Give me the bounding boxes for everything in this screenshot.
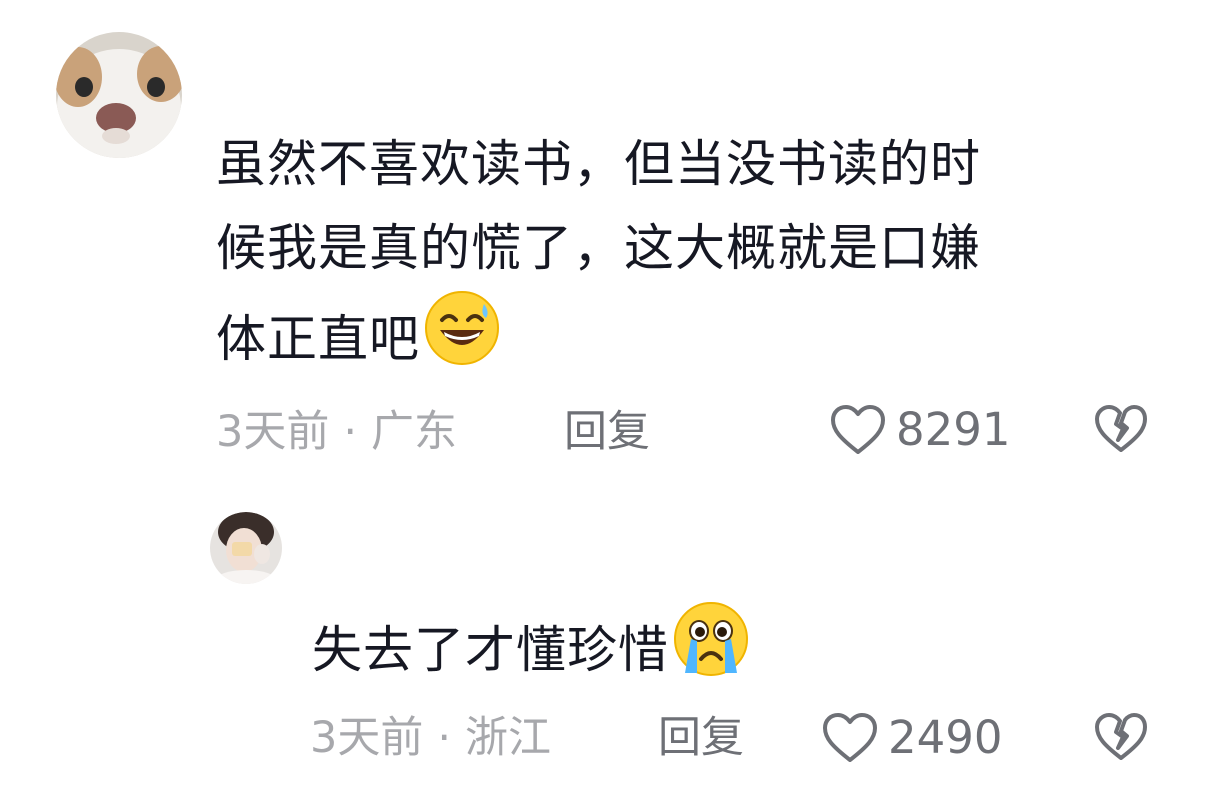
meta-separator: · <box>437 713 452 763</box>
dislike-button[interactable] <box>1094 404 1148 458</box>
commenter-avatar[interactable] <box>56 32 182 158</box>
like-count: 8291 <box>896 403 1011 456</box>
comment-line-text: 体正直吧 <box>216 310 420 368</box>
girl-avatar-icon <box>210 512 282 584</box>
meta-separator: · <box>343 407 358 457</box>
broken-heart-icon <box>1095 405 1147 452</box>
reply-comment-text: 失去了才懂珍惜 <box>312 601 749 692</box>
reply-button[interactable]: 回复 <box>658 708 744 768</box>
comment-time: 3天前 <box>216 407 330 457</box>
comment-line-last: 体正直吧 <box>216 290 981 381</box>
cat-avatar-icon <box>56 32 182 158</box>
heart-icon <box>823 713 877 762</box>
reply-comment-time: 3天前 <box>310 713 424 763</box>
reply-comment-location: 浙江 <box>465 713 552 763</box>
comment-line: 虽然不喜欢读书，但当没书读的时 <box>216 135 981 193</box>
dislike-button[interactable] <box>1094 712 1148 766</box>
comment-text: 虽然不喜欢读书，但当没书读的时 候我是真的慌了，这大概就是口嫌 体正直吧 <box>216 122 981 381</box>
reply-line: 失去了才懂珍惜 <box>312 601 749 692</box>
like-button[interactable]: 8291 <box>830 400 1011 460</box>
reply-commenter-avatar[interactable] <box>210 512 282 584</box>
comment-line: 候我是真的慌了，这大概就是口嫌 <box>216 219 981 277</box>
comment-location: 广东 <box>371 407 458 457</box>
crying-emoji <box>673 601 749 677</box>
broken-heart-icon <box>1095 713 1147 760</box>
comment-meta: 3天前 · 广东 <box>216 402 457 462</box>
reply-comment-meta: 3天前 · 浙江 <box>310 708 551 768</box>
like-button[interactable]: 2490 <box>822 708 1003 768</box>
reply-line-text: 失去了才懂珍惜 <box>312 621 669 679</box>
like-count: 2490 <box>888 711 1003 764</box>
grinning-sweat-emoji <box>424 290 500 366</box>
heart-icon <box>831 405 885 454</box>
reply-button[interactable]: 回复 <box>564 402 650 462</box>
